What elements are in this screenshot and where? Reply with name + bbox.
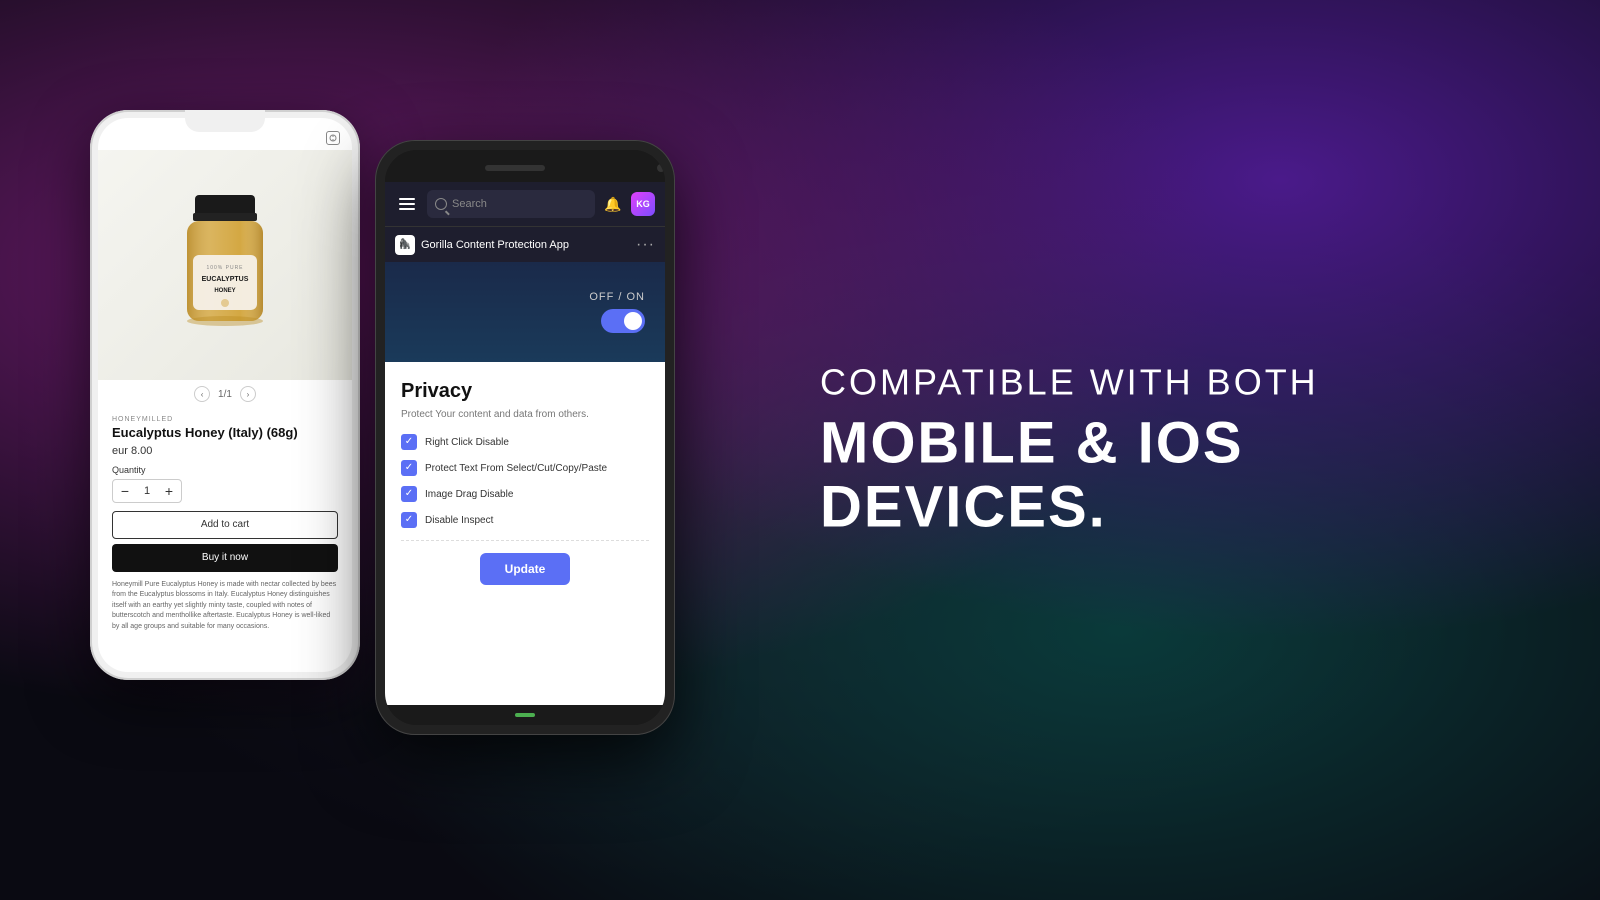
- quantity-decrease[interactable]: −: [113, 480, 137, 502]
- privacy-subtitle: Protect Your content and data from other…: [401, 409, 649, 420]
- hamburger-line-3: [399, 208, 415, 210]
- toggle-switch[interactable]: [601, 309, 645, 333]
- privacy-item-label-3: Image Drag Disable: [425, 489, 513, 500]
- check-icon-2: ✓: [405, 463, 413, 473]
- svg-text:100% PURE: 100% PURE: [206, 265, 243, 271]
- privacy-item-3: ✓ Image Drag Disable: [401, 486, 649, 502]
- quantity-label: Quantity: [112, 465, 338, 475]
- toggle-label: OFF / ON: [589, 291, 645, 303]
- carousel-next[interactable]: ›: [240, 386, 256, 402]
- right-phone-inner: Search 🔔 KG 🦍 Gorilla Content Protection…: [385, 150, 665, 725]
- privacy-item-1: ✓ Right Click Disable: [401, 434, 649, 450]
- privacy-panel: Privacy Protect Your content and data fr…: [385, 362, 665, 705]
- topbar-icon: [326, 131, 340, 145]
- privacy-item-label-1: Right Click Disable: [425, 437, 509, 448]
- app-icon: 🦍: [395, 235, 415, 255]
- right-phone: Search 🔔 KG 🦍 Gorilla Content Protection…: [375, 140, 675, 735]
- check-icon-1: ✓: [405, 437, 413, 447]
- product-details: HONEYMILLED Eucalyptus Honey (Italy) (68…: [98, 408, 352, 672]
- toggle-area: OFF / ON: [385, 262, 665, 362]
- product-price: eur 8.00: [112, 445, 338, 457]
- update-button[interactable]: Update: [480, 553, 570, 585]
- user-avatar[interactable]: KG: [631, 192, 655, 216]
- product-description: Honeymill Pure Eucalyptus Honey is made …: [112, 580, 338, 633]
- search-text: Search: [452, 198, 487, 210]
- quantity-value: 1: [137, 485, 157, 497]
- left-phone-notch: [185, 110, 265, 132]
- compatible-text: COMPATIBLE WITH BOTH: [820, 361, 1520, 404]
- privacy-title: Privacy: [401, 380, 649, 403]
- quantity-control: − 1 +: [112, 479, 182, 503]
- check-icon-4: ✓: [405, 515, 413, 525]
- notification-bell[interactable]: 🔔: [603, 194, 623, 214]
- check-icon-3: ✓: [405, 489, 413, 499]
- checkbox-2[interactable]: ✓: [401, 460, 417, 476]
- app-header-row: 🦍 Gorilla Content Protection App ···: [385, 226, 665, 262]
- text-section: COMPATIBLE WITH BOTH MOBILE & IOS DEVICE…: [820, 361, 1520, 540]
- privacy-item-label-4: Disable Inspect: [425, 515, 493, 526]
- privacy-item-label-2: Protect Text From Select/Cut/Copy/Paste: [425, 463, 607, 474]
- privacy-divider: [401, 540, 649, 541]
- app-icon-emoji: 🦍: [399, 239, 411, 250]
- toggle-knob: [624, 312, 642, 330]
- carousel-prev[interactable]: ‹: [194, 386, 210, 402]
- checkbox-3[interactable]: ✓: [401, 486, 417, 502]
- svg-text:HONEY: HONEY: [214, 288, 235, 294]
- more-options-button[interactable]: ···: [636, 236, 655, 254]
- svg-text:EUCALYPTUS: EUCALYPTUS: [202, 276, 249, 283]
- left-phone: 100% PURE EUCALYPTUS HONEY: [90, 110, 360, 680]
- add-to-cart-button[interactable]: Add to cart: [112, 511, 338, 539]
- hamburger-menu[interactable]: [395, 194, 419, 214]
- product-brand: HONEYMILLED: [112, 416, 338, 423]
- bottom-dot: [515, 713, 535, 717]
- privacy-item-2: ✓ Protect Text From Select/Cut/Copy/Past…: [401, 460, 649, 476]
- carousel-nav: ‹ 1/1 ›: [98, 380, 352, 408]
- bottom-indicator: [385, 705, 665, 725]
- search-icon: [435, 198, 447, 210]
- app-name: Gorilla Content Protection App: [421, 239, 630, 251]
- search-bar[interactable]: Search: [427, 190, 595, 218]
- honey-jar-image: 100% PURE EUCALYPTUS HONEY: [165, 185, 285, 345]
- quantity-increase[interactable]: +: [157, 480, 181, 502]
- camera: [657, 164, 665, 172]
- left-phone-screen: 100% PURE EUCALYPTUS HONEY: [98, 118, 352, 672]
- product-name: Eucalyptus Honey (Italy) (68g): [112, 425, 338, 442]
- buy-it-now-button[interactable]: Buy it now: [112, 544, 338, 572]
- product-image-area: 100% PURE EUCALYPTUS HONEY: [98, 150, 352, 380]
- mobile-ios-text: MOBILE & IOS DEVICES.: [820, 412, 1520, 540]
- right-phone-notch: [385, 150, 665, 182]
- carousel-page: 1/1: [218, 389, 232, 400]
- hamburger-line-1: [399, 198, 415, 200]
- privacy-item-4: ✓ Disable Inspect: [401, 512, 649, 528]
- checkbox-4[interactable]: ✓: [401, 512, 417, 528]
- checkbox-1[interactable]: ✓: [401, 434, 417, 450]
- hamburger-line-2: [399, 203, 415, 205]
- dark-phone-navbar: Search 🔔 KG: [385, 182, 665, 226]
- speaker: [485, 165, 545, 171]
- dark-phone-content: OFF / ON Privacy Protect Your content an…: [385, 262, 665, 725]
